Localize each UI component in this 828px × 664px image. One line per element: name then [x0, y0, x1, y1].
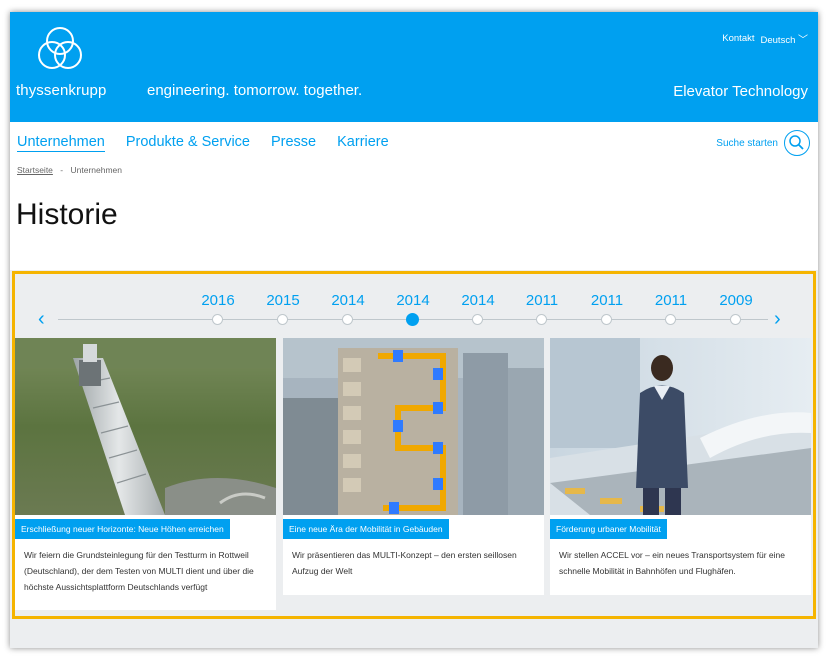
header-meta: Kontakt Deutsch ﹀ — [722, 31, 808, 46]
browser-page: thyssenkrupp engineering. tomorrow. toge… — [10, 12, 818, 648]
brand-name[interactable]: thyssenkrupp — [16, 82, 106, 99]
thyssenkrupp-logo-icon[interactable] — [34, 24, 86, 76]
timeline-highlight-frame — [12, 271, 816, 619]
language-select[interactable]: Deutsch ﹀ — [761, 31, 809, 46]
nav-item-karriere[interactable]: Karriere — [337, 134, 389, 152]
breadcrumb-home[interactable]: Startseite — [17, 165, 53, 175]
breadcrumb: Startseite - Unternehmen — [17, 165, 122, 175]
nav-item-presse[interactable]: Presse — [271, 134, 316, 152]
nav-item-unternehmen[interactable]: Unternehmen — [17, 134, 105, 152]
search-icon — [784, 130, 810, 156]
search-label: Suche starten — [716, 137, 778, 149]
page-title: Historie — [16, 198, 118, 231]
business-unit[interactable]: Elevator Technology — [673, 83, 808, 100]
main-nav: Unternehmen Produkte & Service Presse Ka… — [17, 134, 389, 152]
search-button[interactable]: Suche starten — [716, 130, 810, 156]
breadcrumb-separator: - — [60, 165, 64, 175]
brand-slogan: engineering. tomorrow. together. — [147, 82, 363, 99]
chevron-down-icon: ﹀ — [798, 35, 808, 46]
breadcrumb-current: Unternehmen — [70, 165, 123, 175]
nav-item-produkte-service[interactable]: Produkte & Service — [126, 134, 250, 152]
site-header: thyssenkrupp engineering. tomorrow. toge… — [10, 12, 818, 122]
contact-link[interactable]: Kontakt — [722, 33, 754, 44]
language-label: Deutsch — [760, 35, 796, 46]
